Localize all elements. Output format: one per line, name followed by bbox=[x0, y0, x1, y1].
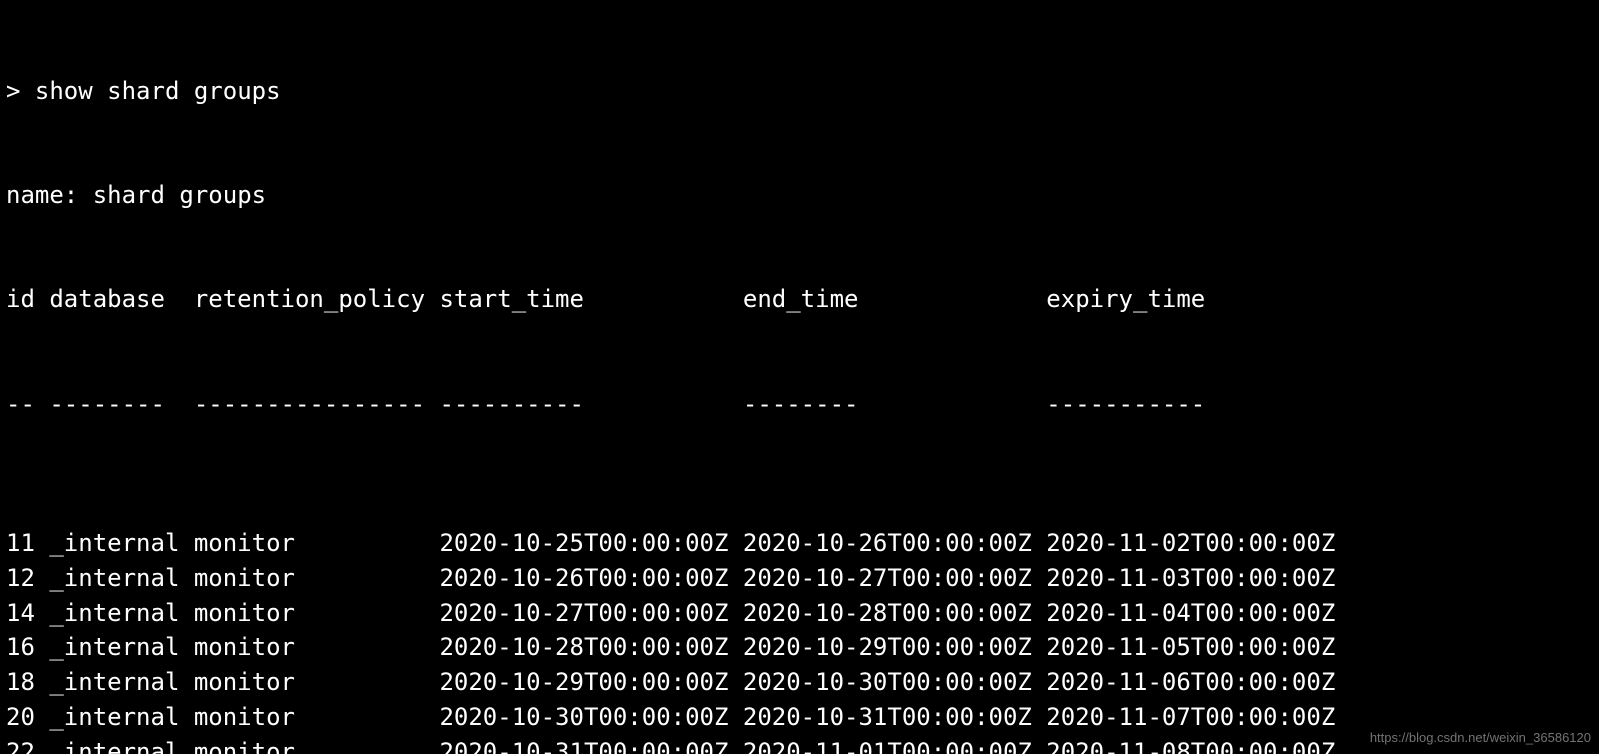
header-expiry-time: expiry_time bbox=[1046, 282, 1349, 317]
cell-start-time: 2020-10-30T00:00:00Z bbox=[439, 700, 742, 735]
cell-database: _internal bbox=[49, 665, 193, 700]
sep-end-time: -------- bbox=[743, 387, 1046, 422]
table-row: 18_internalmonitor2020-10-29T00:00:00Z20… bbox=[6, 665, 1593, 700]
cell-id: 18 bbox=[6, 665, 49, 700]
cell-expiry-time: 2020-11-05T00:00:00Z bbox=[1046, 630, 1349, 665]
sep-id: -- bbox=[6, 387, 49, 422]
result-name-line: name: shard groups bbox=[6, 178, 1593, 213]
cell-database: _internal bbox=[49, 735, 193, 754]
cell-id: 20 bbox=[6, 700, 49, 735]
header-end-time: end_time bbox=[743, 282, 1046, 317]
cell-retention-policy: monitor bbox=[194, 596, 440, 631]
command-text: show shard groups bbox=[35, 74, 281, 109]
table-row: 20_internalmonitor2020-10-30T00:00:00Z20… bbox=[6, 700, 1593, 735]
cell-start-time: 2020-10-31T00:00:00Z bbox=[439, 735, 742, 754]
cell-start-time: 2020-10-26T00:00:00Z bbox=[439, 561, 742, 596]
cell-expiry-time: 2020-11-02T00:00:00Z bbox=[1046, 526, 1349, 561]
cell-expiry-time: 2020-11-03T00:00:00Z bbox=[1046, 561, 1349, 596]
prompt: > bbox=[6, 74, 35, 109]
cell-expiry-time: 2020-11-06T00:00:00Z bbox=[1046, 665, 1349, 700]
cell-end-time: 2020-10-29T00:00:00Z bbox=[743, 630, 1046, 665]
terminal-output[interactable]: > show shard groups name: shard groups i… bbox=[0, 0, 1599, 754]
header-database: database bbox=[49, 282, 193, 317]
table-separator-row: ----------------------------------------… bbox=[6, 387, 1593, 422]
result-name-value: shard groups bbox=[93, 178, 266, 213]
cell-start-time: 2020-10-29T00:00:00Z bbox=[439, 665, 742, 700]
cell-start-time: 2020-10-27T00:00:00Z bbox=[439, 596, 742, 631]
cell-start-time: 2020-10-25T00:00:00Z bbox=[439, 526, 742, 561]
sep-expiry-time: ----------- bbox=[1046, 387, 1349, 422]
result-name-label: name: bbox=[6, 178, 93, 213]
table-row: 16_internalmonitor2020-10-28T00:00:00Z20… bbox=[6, 630, 1593, 665]
cell-retention-policy: monitor bbox=[194, 735, 440, 754]
sep-database: -------- bbox=[49, 387, 193, 422]
cell-retention-policy: monitor bbox=[194, 526, 440, 561]
cell-database: _internal bbox=[49, 596, 193, 631]
cell-start-time: 2020-10-28T00:00:00Z bbox=[439, 630, 742, 665]
cell-database: _internal bbox=[49, 526, 193, 561]
cell-end-time: 2020-10-26T00:00:00Z bbox=[743, 526, 1046, 561]
command-line: > show shard groups bbox=[6, 74, 1593, 109]
table-row: 14_internalmonitor2020-10-27T00:00:00Z20… bbox=[6, 596, 1593, 631]
cell-end-time: 2020-11-01T00:00:00Z bbox=[743, 735, 1046, 754]
table-body: 11_internalmonitor2020-10-25T00:00:00Z20… bbox=[6, 526, 1593, 754]
sep-start-time: ---------- bbox=[439, 387, 742, 422]
table-header-row: iddatabaseretention_policystart_timeend_… bbox=[6, 282, 1593, 317]
cell-id: 11 bbox=[6, 526, 49, 561]
cell-database: _internal bbox=[49, 630, 193, 665]
watermark-text: https://blog.csdn.net/weixin_36586120 bbox=[1370, 729, 1591, 748]
cell-retention-policy: monitor bbox=[194, 700, 440, 735]
cell-id: 16 bbox=[6, 630, 49, 665]
table-row: 12_internalmonitor2020-10-26T00:00:00Z20… bbox=[6, 561, 1593, 596]
cell-end-time: 2020-10-28T00:00:00Z bbox=[743, 596, 1046, 631]
header-id: id bbox=[6, 282, 49, 317]
cell-database: _internal bbox=[49, 700, 193, 735]
cell-end-time: 2020-10-31T00:00:00Z bbox=[743, 700, 1046, 735]
header-retention-policy: retention_policy bbox=[194, 282, 440, 317]
cell-end-time: 2020-10-27T00:00:00Z bbox=[743, 561, 1046, 596]
cell-id: 22 bbox=[6, 735, 49, 754]
cell-retention-policy: monitor bbox=[194, 630, 440, 665]
sep-retention-policy: ---------------- bbox=[194, 387, 440, 422]
cell-id: 14 bbox=[6, 596, 49, 631]
cell-end-time: 2020-10-30T00:00:00Z bbox=[743, 665, 1046, 700]
table-row: 11_internalmonitor2020-10-25T00:00:00Z20… bbox=[6, 526, 1593, 561]
cell-retention-policy: monitor bbox=[194, 665, 440, 700]
cell-id: 12 bbox=[6, 561, 49, 596]
cell-database: _internal bbox=[49, 561, 193, 596]
cell-retention-policy: monitor bbox=[194, 561, 440, 596]
cell-expiry-time: 2020-11-08T00:00:00Z bbox=[1046, 735, 1349, 754]
cell-expiry-time: 2020-11-04T00:00:00Z bbox=[1046, 596, 1349, 631]
cell-expiry-time: 2020-11-07T00:00:00Z bbox=[1046, 700, 1349, 735]
header-start-time: start_time bbox=[439, 282, 742, 317]
table-row: 22_internalmonitor2020-10-31T00:00:00Z20… bbox=[6, 735, 1593, 754]
